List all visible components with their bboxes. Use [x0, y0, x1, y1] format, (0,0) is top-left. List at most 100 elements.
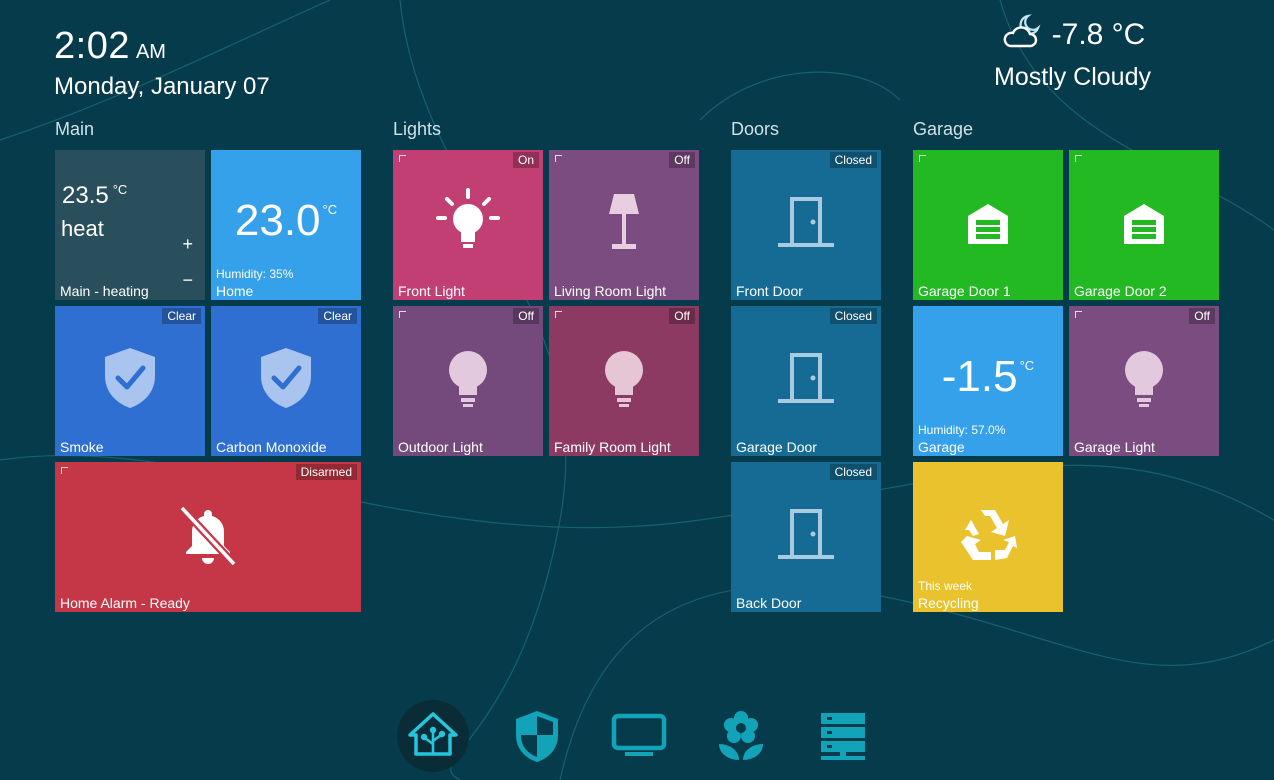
nav-home-button[interactable] [397, 700, 469, 772]
thermostat-decrease-button[interactable]: − [182, 270, 193, 291]
tile-title: Garage Door 2 [1074, 283, 1167, 299]
tile-back-door[interactable]: Closed Back Door [731, 462, 881, 612]
tile-front-light[interactable]: On Front Light [393, 150, 543, 300]
clock-ampm: AM [135, 41, 166, 63]
time-display: 2:02 AM [54, 24, 270, 68]
corner-marker [61, 467, 68, 474]
tile-recycling[interactable]: This week Recycling [913, 462, 1063, 612]
tile-title: Home Alarm - Ready [60, 595, 190, 611]
corner-marker [919, 155, 926, 162]
door-icon [731, 508, 881, 560]
shield-half-icon [514, 709, 560, 768]
moon-cloud-icon [1000, 12, 1044, 57]
status-badge: Off [669, 308, 695, 324]
tile-title: Outdoor Light [398, 439, 483, 455]
tile-garage-light[interactable]: Off Garage Light [1069, 306, 1219, 456]
sensor-humidity: Humidity: 57.0% [918, 423, 1006, 437]
tile-garage-door-sensor[interactable]: Closed Garage Door [731, 306, 881, 456]
server-icon [819, 711, 867, 766]
nav-server-button[interactable] [807, 702, 879, 774]
tile-title: Family Room Light [554, 439, 671, 455]
tile-garage-door-2[interactable]: Garage Door 2 [1069, 150, 1219, 300]
weather-widget: -7.8 °C Mostly Cloudy [985, 12, 1160, 92]
status-badge: Disarmed [295, 464, 357, 480]
tile-title: Home [216, 283, 254, 299]
corner-marker [1075, 311, 1082, 318]
corner-marker [399, 311, 406, 318]
status-badge: Off [669, 152, 695, 168]
tile-thermostat[interactable]: 23.5 °C heat + − Main - heating [55, 150, 205, 300]
lightbulb-icon [1069, 350, 1219, 408]
corner-marker [1075, 155, 1082, 162]
thermostat-temperature: 23.5 °C [62, 182, 128, 209]
nav-security-button[interactable] [501, 702, 573, 774]
shield-check-icon [55, 346, 205, 410]
tile-front-door[interactable]: Closed Front Door [731, 150, 881, 300]
clock-time: 2:02 [54, 25, 130, 67]
corner-marker [399, 155, 406, 162]
tile-title: Front Light [398, 283, 465, 299]
thermostat-mode: heat [61, 216, 104, 241]
tile-title: Recycling [918, 595, 979, 611]
status-badge: Off [513, 308, 539, 324]
tile-outdoor-light[interactable]: Off Outdoor Light [393, 306, 543, 456]
status-badge: Clear [162, 308, 201, 324]
nav-garden-button[interactable] [705, 702, 777, 774]
tile-home-alarm[interactable]: Disarmed Home Alarm - Ready [55, 462, 361, 612]
tile-garage-door-1[interactable]: Garage Door 1 [913, 150, 1063, 300]
tile-title: Back Door [736, 595, 802, 611]
tile-title: Garage [918, 439, 965, 455]
bell-off-icon [55, 504, 361, 568]
status-badge: On [512, 152, 539, 168]
status-badge: Closed [829, 152, 877, 168]
sensor-value: -1.5 °C [941, 352, 1035, 401]
home-assistant-icon [407, 711, 459, 762]
lightbulb-on-icon [393, 188, 543, 252]
clock-date: Monday, January 07 [54, 73, 270, 100]
recycle-icon [913, 506, 1063, 564]
tile-title: Main - heating [60, 283, 149, 299]
monitor-icon [611, 713, 667, 764]
tile-living-room-light[interactable]: Off Living Room Light [549, 150, 699, 300]
tile-carbon-monoxide[interactable]: Clear Carbon Monoxide [211, 306, 361, 456]
group-title-main: Main [55, 119, 95, 139]
bottom-navigation [395, 700, 885, 772]
corner-marker [555, 311, 562, 318]
lightbulb-icon [393, 350, 543, 408]
garage-icon [1069, 202, 1219, 246]
tile-family-room-light[interactable]: Off Family Room Light [549, 306, 699, 456]
tile-garage-sensor[interactable]: -1.5 °C Humidity: 57.0% Garage [913, 306, 1063, 456]
lightbulb-icon [549, 350, 699, 408]
floor-lamp-icon [549, 192, 699, 252]
thermostat-increase-button[interactable]: + [182, 234, 193, 255]
status-badge: Off [1189, 308, 1215, 324]
tile-title: Carbon Monoxide [216, 439, 327, 455]
door-icon [731, 196, 881, 248]
clock: 2:02 AM Monday, January 07 [54, 24, 270, 102]
tile-title: Garage Light [1074, 439, 1155, 455]
tile-title: Smoke [60, 439, 104, 455]
shield-check-icon [211, 346, 361, 410]
group-title-doors: Doors [731, 119, 780, 139]
weather-temperature: -7.8 °C [1051, 17, 1146, 51]
group-title-garage: Garage [913, 119, 974, 139]
tile-title: Living Room Light [554, 283, 667, 299]
nav-media-button[interactable] [603, 702, 675, 774]
garage-icon [913, 202, 1063, 246]
status-badge: Closed [829, 464, 877, 480]
status-badge: Clear [318, 308, 357, 324]
sensor-humidity: Humidity: 35% [216, 267, 294, 281]
tile-title: Front Door [736, 283, 803, 299]
tile-title: Garage Door 1 [918, 283, 1011, 299]
sensor-value: 23.0 °C [234, 196, 338, 245]
door-icon [731, 352, 881, 404]
flower-icon [717, 710, 765, 767]
tile-home-sensor[interactable]: 23.0 °C Humidity: 35% Home [211, 150, 361, 300]
weather-condition: Mostly Cloudy [994, 63, 1151, 91]
recycling-schedule: This week [918, 579, 973, 593]
tile-smoke[interactable]: Clear Smoke [55, 306, 205, 456]
group-title-lights: Lights [393, 119, 442, 139]
tile-title: Garage Door [736, 439, 817, 455]
status-badge: Closed [829, 308, 877, 324]
corner-marker [555, 155, 562, 162]
